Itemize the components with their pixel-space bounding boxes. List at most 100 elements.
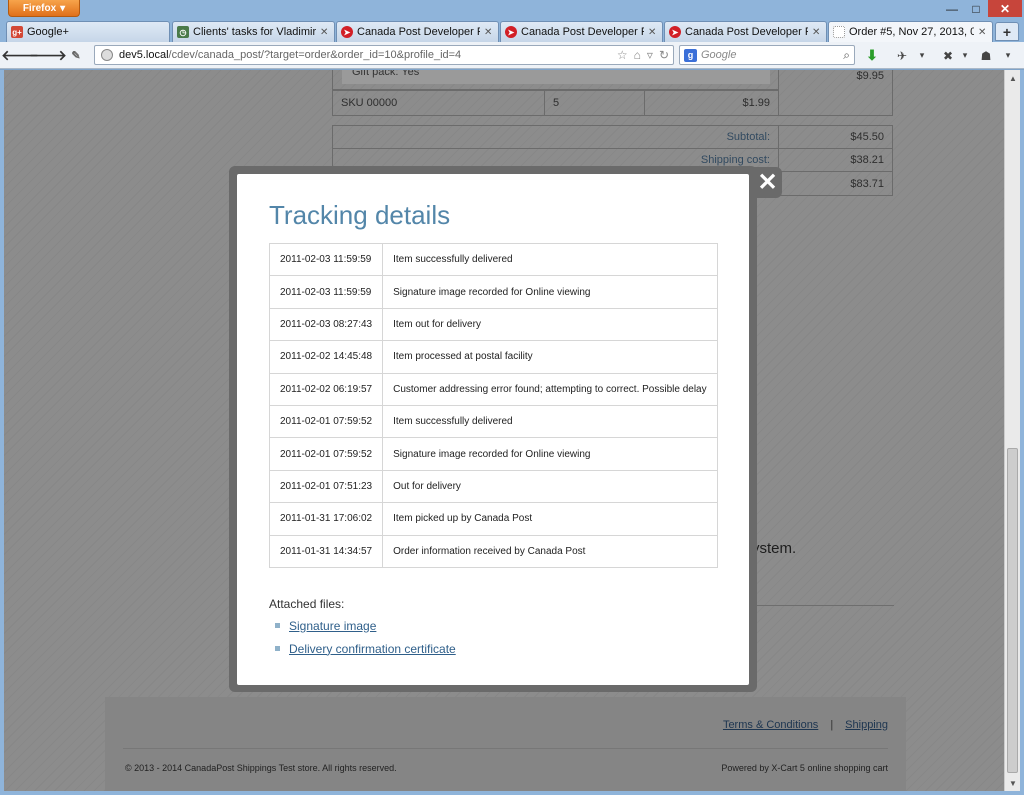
user-ghost-icon[interactable]: ☗: [976, 46, 996, 65]
modal-close-button[interactable]: ✕: [753, 167, 782, 198]
event-description: Customer addressing error found; attempt…: [382, 372, 718, 406]
firefox-menu-button[interactable]: Firefox ▾: [8, 0, 80, 17]
attachments-list: Signature image Delivery confirmation ce…: [275, 614, 456, 660]
tracking-table: 2011-02-03 11:59:59 Item successfully del…: [268, 242, 718, 568]
tab-close-icon[interactable]: ✕: [320, 27, 330, 38]
footer-divider: [123, 748, 888, 749]
tracking-modal: Tracking details 2011-02-03 11:59:59 Item…: [237, 174, 749, 685]
dropdown-arrow-icon[interactable]: ▾: [912, 46, 932, 65]
tab-canada-post-3[interactable]: ➤ Canada Post Developer Prog... ✕: [664, 21, 827, 42]
event-description: Signature image recorded for Online view…: [382, 437, 718, 471]
bg-qty: 5: [544, 90, 645, 116]
attached-files-label: Attached files:: [269, 597, 345, 611]
event-datetime: 2011-01-31 14:34:57: [268, 534, 384, 568]
url-bar[interactable]: dev5.local/cdev/canada_post/?target=orde…: [94, 45, 674, 65]
tab-title: Clients' tasks for Vladimir Kh...: [193, 26, 316, 38]
reload-icon[interactable]: ↻: [659, 48, 669, 62]
event-datetime: 2011-01-31 17:06:02: [268, 502, 384, 536]
dropdown-arrow-icon[interactable]: ▿: [647, 48, 653, 62]
dropdown-arrow-icon: ▾: [60, 2, 66, 14]
event-description: Item picked up by Canada Post: [382, 502, 718, 536]
close-window-button[interactable]: ✕: [988, 0, 1022, 17]
scroll-down-arrow-icon[interactable]: ▼: [1005, 775, 1021, 791]
page-viewport: Gift pack: Yes $9.95 SKU 00000 5 $1.99 S…: [4, 70, 1004, 791]
page-icon: [833, 26, 845, 38]
event-description: Out for delivery: [382, 469, 718, 504]
table-row: 2011-02-03 08:27:43 Item out for delivery: [268, 307, 718, 342]
scroll-thumb[interactable]: [1007, 448, 1018, 773]
bullet-icon: [275, 646, 280, 651]
tab-clients-tasks[interactable]: ◷ Clients' tasks for Vladimir Kh... ✕: [172, 21, 335, 42]
event-datetime: 2011-02-02 14:45:48: [268, 340, 384, 374]
bullet-icon: [275, 623, 280, 628]
window-titlebar: Firefox ▾ — □ ✕: [0, 0, 1024, 20]
tab-close-icon[interactable]: ✕: [484, 27, 494, 38]
new-tab-button[interactable]: +: [995, 22, 1019, 41]
search-icon[interactable]: ⌕: [843, 48, 850, 63]
footer-separator: |: [830, 719, 834, 731]
task-clock-icon: ◷: [177, 26, 189, 38]
forward-arrow-icon[interactable]: 🡒: [29, 46, 67, 65]
event-description: Order information received by Canada Pos…: [382, 534, 718, 568]
download-icon[interactable]: ⬇: [862, 46, 882, 65]
minimize-button[interactable]: —: [940, 0, 964, 17]
table-row: 2011-02-02 14:45:48 Item processed at pos…: [268, 340, 718, 374]
tab-title: Google+: [27, 26, 69, 38]
tab-close-icon[interactable]: ✕: [812, 27, 822, 38]
footer-link-terms[interactable]: Terms & Conditions: [723, 719, 818, 731]
tab-title: Canada Post Developer Prog...: [357, 26, 480, 38]
bg-subtotal-label: Subtotal:: [332, 125, 779, 149]
footer-powered-by: Powered by X-Cart 5 online shopping cart: [721, 763, 888, 773]
signature-image-link[interactable]: Signature image: [289, 619, 376, 633]
tab-canada-post-2[interactable]: ➤ Canada Post Developer Prog... ✕: [500, 21, 663, 42]
url-host: dev5.local: [119, 49, 169, 61]
window-frame-right: [1020, 70, 1024, 791]
footer-copyright: © 2013 - 2014 CanadaPost Shippings Test …: [125, 763, 397, 773]
window-frame-bottom: [0, 791, 1024, 795]
delivery-certificate-link[interactable]: Delivery confirmation certificate: [289, 642, 456, 656]
event-description: Item out for delivery: [382, 307, 718, 342]
google-engine-icon[interactable]: g: [684, 48, 697, 62]
dropdown-arrow-icon[interactable]: ▾: [998, 46, 1018, 65]
bg-subtotal-value: $45.50: [778, 125, 893, 149]
back-arrow-icon[interactable]: 🡐: [1, 46, 39, 65]
dropdown-arrow-icon[interactable]: ▾: [955, 46, 975, 65]
footer-link-shipping[interactable]: Shipping: [845, 719, 888, 731]
table-row: 2011-02-01 07:59:52 Signature image recor…: [268, 437, 718, 471]
tab-close-icon[interactable]: ✕: [978, 27, 988, 38]
tab-canada-post-1[interactable]: ➤ Canada Post Developer Prog... ✕: [336, 21, 499, 42]
extension-icon[interactable]: ✈: [892, 46, 912, 65]
bg-sku-price: $1.99: [644, 90, 779, 116]
table-row: 2011-02-01 07:59:52 Item successfully del…: [268, 404, 718, 439]
bg-sku: SKU 00000: [332, 90, 545, 116]
table-row: 2011-02-02 06:19:57 Customer addressing e…: [268, 372, 718, 406]
modal-title: Tracking details: [269, 200, 451, 230]
bg-total-value: $83.71: [778, 171, 893, 196]
close-icon: ✕: [757, 168, 778, 196]
tab-close-icon[interactable]: ✕: [648, 27, 658, 38]
table-row: 2011-02-03 11:59:59 Item successfully del…: [268, 242, 718, 277]
page-footer: Terms & Conditions | Shipping © 2013 - 2…: [105, 697, 906, 791]
event-description: Item successfully delivered: [382, 242, 718, 277]
search-placeholder: Google: [701, 49, 737, 61]
event-datetime: 2011-02-02 06:19:57: [268, 372, 384, 406]
scroll-up-arrow-icon[interactable]: ▲: [1005, 70, 1021, 86]
table-row: 2011-01-31 14:34:57 Order information rec…: [268, 534, 718, 568]
tab-order-active[interactable]: Order #5, Nov 27, 2013, 08:14 ✕: [828, 21, 993, 42]
list-item: Signature image: [275, 614, 456, 637]
event-description: Signature image recorded for Online view…: [382, 275, 718, 309]
bookmark-star-icon[interactable]: ☆: [617, 48, 628, 62]
canada-post-icon: ➤: [505, 26, 517, 38]
canada-post-icon: ➤: [341, 26, 353, 38]
search-bar[interactable]: g Google ⌕: [679, 45, 855, 65]
maximize-button[interactable]: □: [964, 0, 988, 17]
event-datetime: 2011-02-01 07:59:52: [268, 437, 384, 471]
tab-google-plus[interactable]: g+ Google+: [6, 21, 170, 42]
identity-icon[interactable]: ✎: [66, 46, 86, 65]
list-item: Delivery confirmation certificate: [275, 637, 456, 660]
gift-pack-label: Gift pack: Yes: [342, 70, 770, 84]
vertical-scrollbar[interactable]: ▲ ▼: [1004, 70, 1020, 791]
home-icon[interactable]: ⌂: [634, 48, 641, 62]
globe-icon: [101, 49, 113, 61]
table-row: 2011-02-01 07:51:23 Out for delivery: [268, 469, 718, 504]
